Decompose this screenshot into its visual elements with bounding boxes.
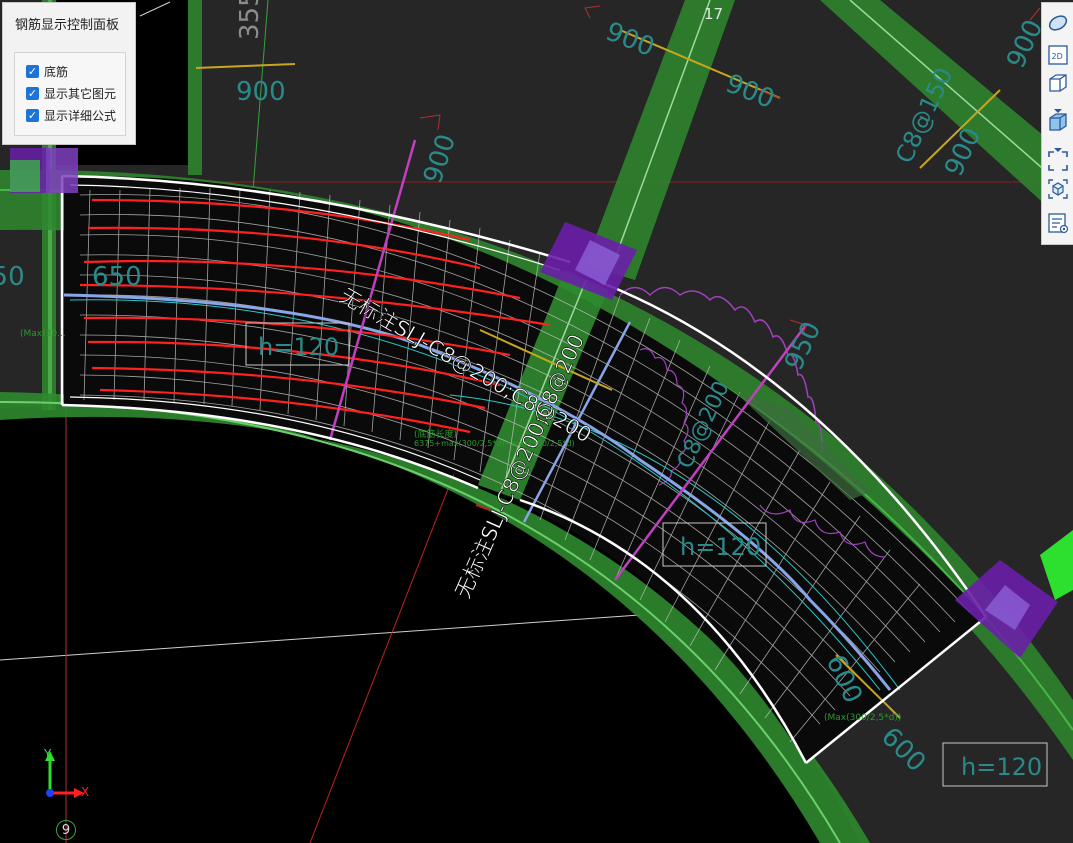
checkbox-label: 底筋	[44, 64, 69, 79]
view-3d-dropdown[interactable]	[1053, 99, 1063, 113]
grid-label-17: 17	[704, 5, 723, 23]
properties-list-icon	[1048, 213, 1069, 234]
shaded-box-icon	[1049, 113, 1067, 131]
checkbox-bottom-rebar[interactable]: ✓ 底筋	[26, 62, 68, 80]
shaded-view-button[interactable]	[1046, 110, 1070, 134]
view-toolbar: 2D	[1041, 2, 1073, 245]
checkbox-label: 显示详细公式	[44, 108, 117, 123]
zoom-extents-button[interactable]	[1046, 149, 1070, 173]
coordinate-axis-gizmo: Y X	[40, 745, 100, 805]
svg-text:2D: 2D	[1052, 52, 1063, 61]
orbit-icon	[1048, 15, 1068, 31]
cad-viewport[interactable]: 17 355 900 900 900 900 900 900 650 650 9…	[0, 0, 1073, 843]
dim-900-a: 900	[236, 77, 286, 107]
properties-list-button[interactable]	[1046, 211, 1070, 235]
view-3d-button[interactable]	[1046, 71, 1070, 95]
checkbox-checked-icon[interactable]: ✓	[26, 86, 39, 100]
formula-mid-2: 6375+max(300/2,5*d)+max(300/2,5*d)	[414, 439, 575, 448]
dim-355: 355	[235, 0, 265, 40]
grid-axis-bubble: 9	[56, 820, 76, 840]
rebar-display-panel: 钢筋显示控制面板 ✓ 底筋 ✓ 显示其它图元 ✓ 显示详细公式	[2, 2, 136, 145]
object-view-icon	[1048, 179, 1068, 199]
formula-right: (Max(300/2,5*d))	[824, 713, 901, 723]
axis-x-label: X	[81, 785, 90, 799]
checkbox-checked-icon[interactable]: ✓	[26, 108, 39, 122]
shaded-view-dropdown[interactable]	[1053, 138, 1063, 152]
rebar-drawing-canvas[interactable]: 17 355 900 900 900 900 900 900 650 650 9…	[0, 0, 1073, 843]
view-2d-icon: 2D	[1048, 45, 1068, 65]
orbit-button[interactable]	[1046, 11, 1070, 35]
view-2d-button[interactable]: 2D	[1046, 43, 1070, 67]
checkbox-checked-icon[interactable]: ✓	[26, 64, 39, 78]
slab-height-label-a: h=120	[258, 333, 339, 361]
slab-height-label-b: h=120	[680, 533, 761, 561]
view-3d-icon	[1049, 74, 1067, 92]
checkbox-show-other-elements[interactable]: ✓ 显示其它图元	[26, 84, 116, 102]
axis-y-label: Y	[44, 747, 52, 761]
panel-title: 钢筋显示控制面板	[15, 18, 120, 33]
zoom-extents-icon	[1048, 151, 1068, 171]
checkbox-label: 显示其它图元	[44, 86, 117, 101]
panel-options-box: ✓ 底筋 ✓ 显示其它图元 ✓ 显示详细公式	[14, 52, 126, 136]
dim-650-a: 650	[0, 262, 25, 292]
checkbox-show-detailed-formula[interactable]: ✓ 显示详细公式	[26, 106, 116, 124]
dim-650-b: 650	[92, 262, 142, 292]
formula-left: (Max(30...	[20, 329, 66, 339]
object-view-button[interactable]	[1046, 177, 1070, 201]
slab-height-label-c: h=120	[961, 753, 1042, 781]
